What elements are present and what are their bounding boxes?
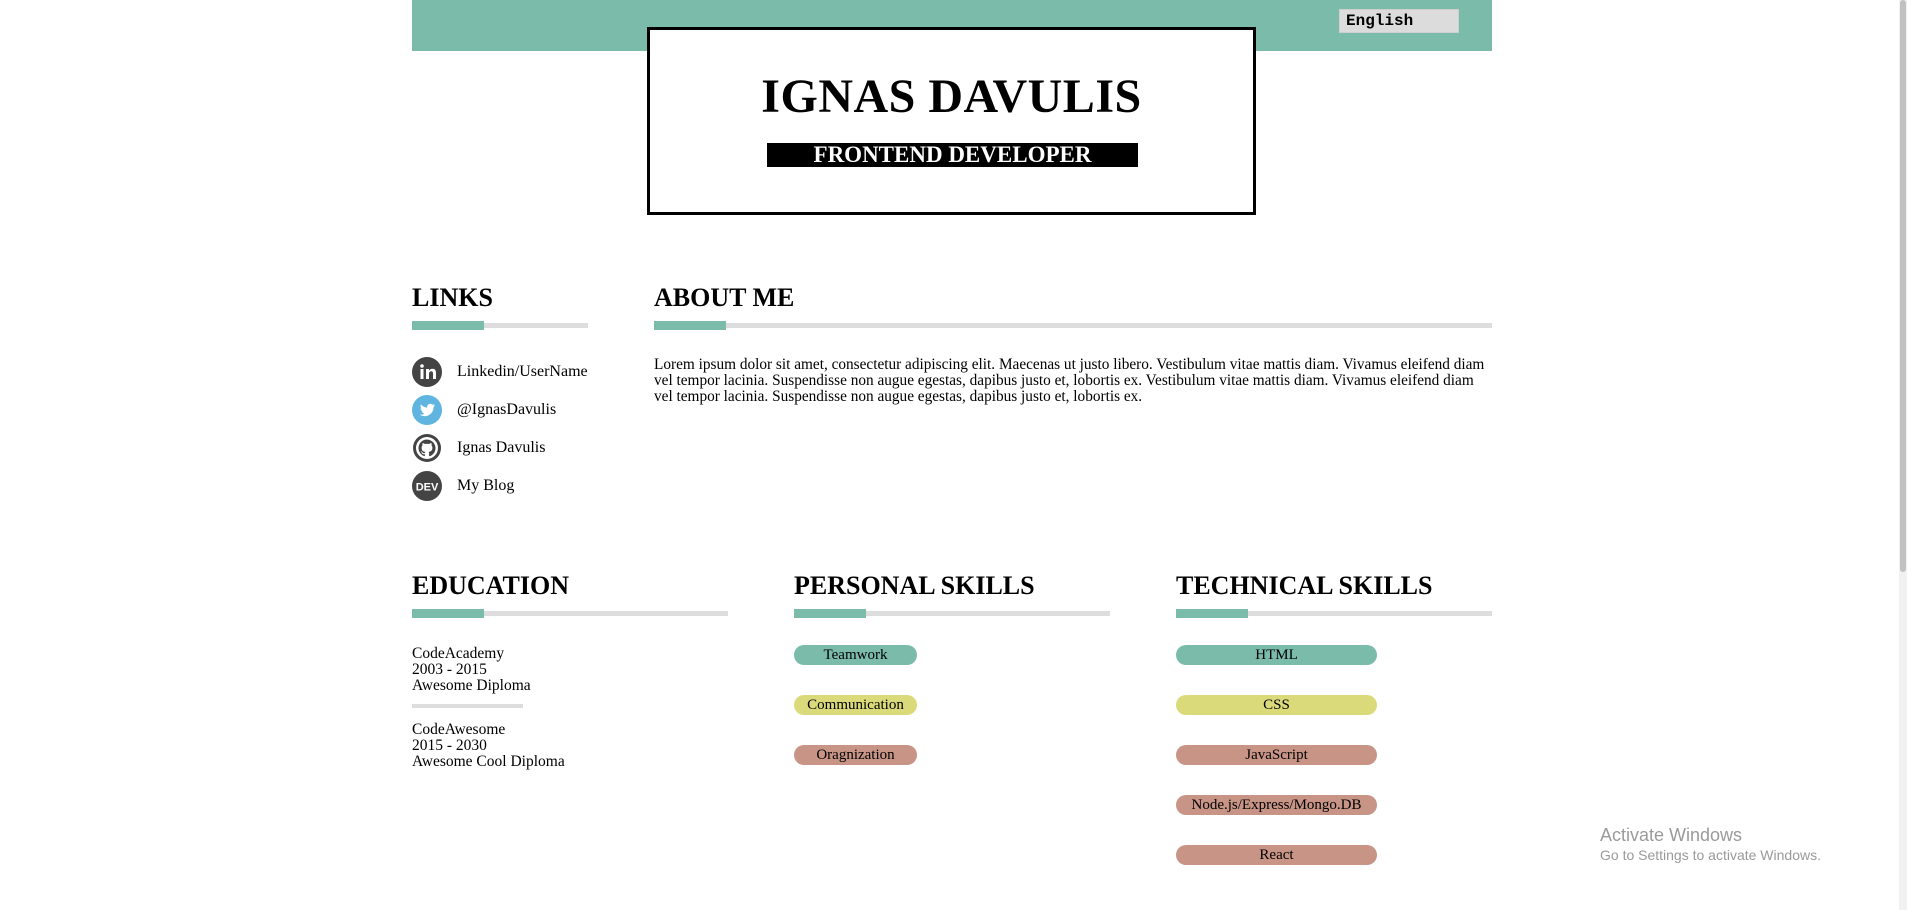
skill-pill-javascript: JavaScript (1176, 745, 1377, 765)
name-title-box: IGNAS DAVULIS FRONTEND DEVELOPER (647, 27, 1256, 215)
linkedin-icon (412, 357, 442, 387)
role-subtitle: FRONTEND DEVELOPER (767, 143, 1138, 167)
personal-skills-rule (794, 609, 1110, 618)
links-rule-accent (412, 321, 484, 330)
resume-page: English IGNAS DAVULIS FRONTEND DEVELOPER… (0, 0, 1907, 910)
about-text: Lorem ipsum dolor sit amet, consectetur … (654, 356, 1485, 405)
twitter-icon (412, 395, 442, 425)
link-blog[interactable]: DEV My Blog (412, 471, 602, 501)
skill-pill-html: HTML (1176, 645, 1377, 665)
link-label: My Blog (457, 477, 515, 494)
education-divider (412, 704, 523, 708)
education-school: CodeAwesome (412, 721, 506, 738)
github-icon (412, 433, 442, 463)
vertical-scrollbar[interactable] (1899, 0, 1907, 910)
about-rule-accent (654, 321, 726, 330)
dev-icon: DEV (412, 471, 442, 501)
education-school: CodeAcademy (412, 645, 505, 662)
technical-skills-rule-accent (1176, 609, 1248, 618)
about-heading: ABOUT ME (654, 283, 795, 312)
about-rule (654, 321, 1492, 330)
links-rule (412, 321, 588, 330)
technical-skills-rule (1176, 609, 1492, 618)
personal-skills-heading: PERSONAL SKILLS (794, 571, 1035, 600)
skill-pill-node: Node.js/Express/Mongo.DB (1176, 795, 1377, 815)
technical-skills-heading: TECHNICAL SKILLS (1176, 571, 1433, 600)
svg-text:DEV: DEV (416, 482, 439, 494)
education-entry: CodeAcademy 2003 - 2015 Awesome Diploma (412, 646, 722, 694)
skill-pill-organization: Oragnization (794, 745, 917, 765)
link-linkedin[interactable]: Linkedin/UserName (412, 357, 602, 387)
education-years: 2015 - 2030 (412, 737, 487, 754)
education-entry: CodeAwesome 2015 - 2030 Awesome Cool Dip… (412, 722, 722, 770)
education-rule (412, 609, 728, 618)
link-github[interactable]: Ignas Davulis (412, 433, 602, 463)
personal-skills-rule-accent (794, 609, 866, 618)
page-title: IGNAS DAVULIS (761, 70, 1142, 123)
link-label: @IgnasDavulis (457, 401, 557, 418)
links-heading: LINKS (412, 283, 493, 312)
language-select[interactable]: English (1339, 9, 1459, 33)
education-rule-accent (412, 609, 484, 618)
watermark-subtitle: Go to Settings to activate Windows. (1600, 847, 1821, 863)
link-label: Linkedin/UserName (457, 363, 588, 380)
skill-pill-teamwork: Teamwork (794, 645, 917, 665)
link-label: Ignas Davulis (457, 439, 546, 456)
education-heading: EDUCATION (412, 571, 569, 600)
skill-pill-css: CSS (1176, 695, 1377, 715)
education-diploma: Awesome Cool Diploma (412, 753, 565, 770)
education-diploma: Awesome Diploma (412, 677, 531, 694)
watermark-title: Activate Windows (1600, 825, 1743, 845)
education-years: 2003 - 2015 (412, 661, 487, 678)
skill-pill-communication: Communication (794, 695, 917, 715)
skill-pill-react: React (1176, 845, 1377, 865)
link-twitter[interactable]: @IgnasDavulis (412, 395, 602, 425)
windows-activation-watermark: Activate Windows Go to Settings to activ… (1600, 824, 1821, 864)
scrollbar-thumb[interactable] (1900, 0, 1906, 572)
